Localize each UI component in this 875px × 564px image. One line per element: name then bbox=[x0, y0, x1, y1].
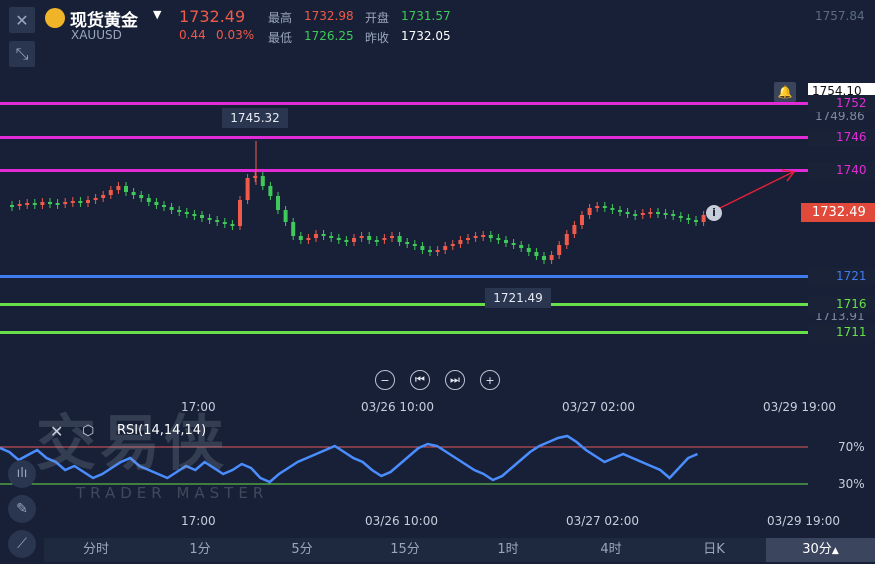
tab-15min[interactable]: 15分 bbox=[379, 538, 431, 562]
rsi-upper-label: 70% bbox=[838, 440, 865, 454]
step-back-icon[interactable]: ⏮ bbox=[410, 370, 430, 390]
current-price-tag: 1732.49 bbox=[801, 203, 875, 222]
tab-30min-label: 30分 bbox=[802, 542, 832, 557]
timeframe-bar bbox=[44, 538, 875, 562]
tab-1hour[interactable]: 1时 bbox=[482, 538, 534, 562]
time-label-bottom-4: 03/29 19:00 bbox=[767, 514, 840, 528]
info-icon[interactable]: i bbox=[706, 205, 722, 221]
trend-icon[interactable]: ⟋ bbox=[8, 530, 36, 558]
time-label-bottom-2: 03/26 10:00 bbox=[365, 514, 438, 528]
time-label-bottom-1: 17:00 bbox=[181, 514, 216, 528]
high-marker: 1745.32 bbox=[222, 108, 288, 128]
tab-5min[interactable]: 5分 bbox=[276, 538, 328, 562]
zoom-in-icon[interactable]: + bbox=[480, 370, 500, 390]
indicator-icon[interactable]: ılı bbox=[8, 460, 36, 488]
tab-30min[interactable]: 30分▲ bbox=[766, 538, 875, 562]
tab-daily[interactable]: 日K bbox=[688, 538, 740, 562]
watermark-text: TRADER MASTER bbox=[76, 484, 269, 502]
zoom-out-icon[interactable]: − bbox=[375, 370, 395, 390]
watermark-logo: 交易侠 bbox=[36, 409, 228, 479]
tab-4hour[interactable]: 4时 bbox=[585, 538, 637, 562]
tab-1min[interactable]: 1分 bbox=[174, 538, 226, 562]
settings-icon[interactable]: ⬡ bbox=[82, 423, 94, 439]
time-label-bottom-3: 03/27 02:00 bbox=[566, 514, 639, 528]
step-forward-icon[interactable]: ⏭ bbox=[445, 370, 465, 390]
time-label-2: 03/26 10:00 bbox=[361, 400, 434, 414]
draw-line-icon[interactable]: ✎ bbox=[8, 495, 36, 523]
tab-30min-marker: ▲ bbox=[831, 546, 839, 556]
low-marker: 1721.49 bbox=[485, 288, 551, 308]
rsi-lower-label: 30% bbox=[838, 477, 865, 491]
rsi-label: RSI(14,14,14) bbox=[117, 423, 207, 438]
time-label-3: 03/27 02:00 bbox=[562, 400, 635, 414]
time-label-4: 03/29 19:00 bbox=[763, 400, 836, 414]
tab-fenshi[interactable]: 分时 bbox=[70, 538, 122, 562]
close-indicator-icon[interactable]: ✕ bbox=[50, 422, 63, 441]
